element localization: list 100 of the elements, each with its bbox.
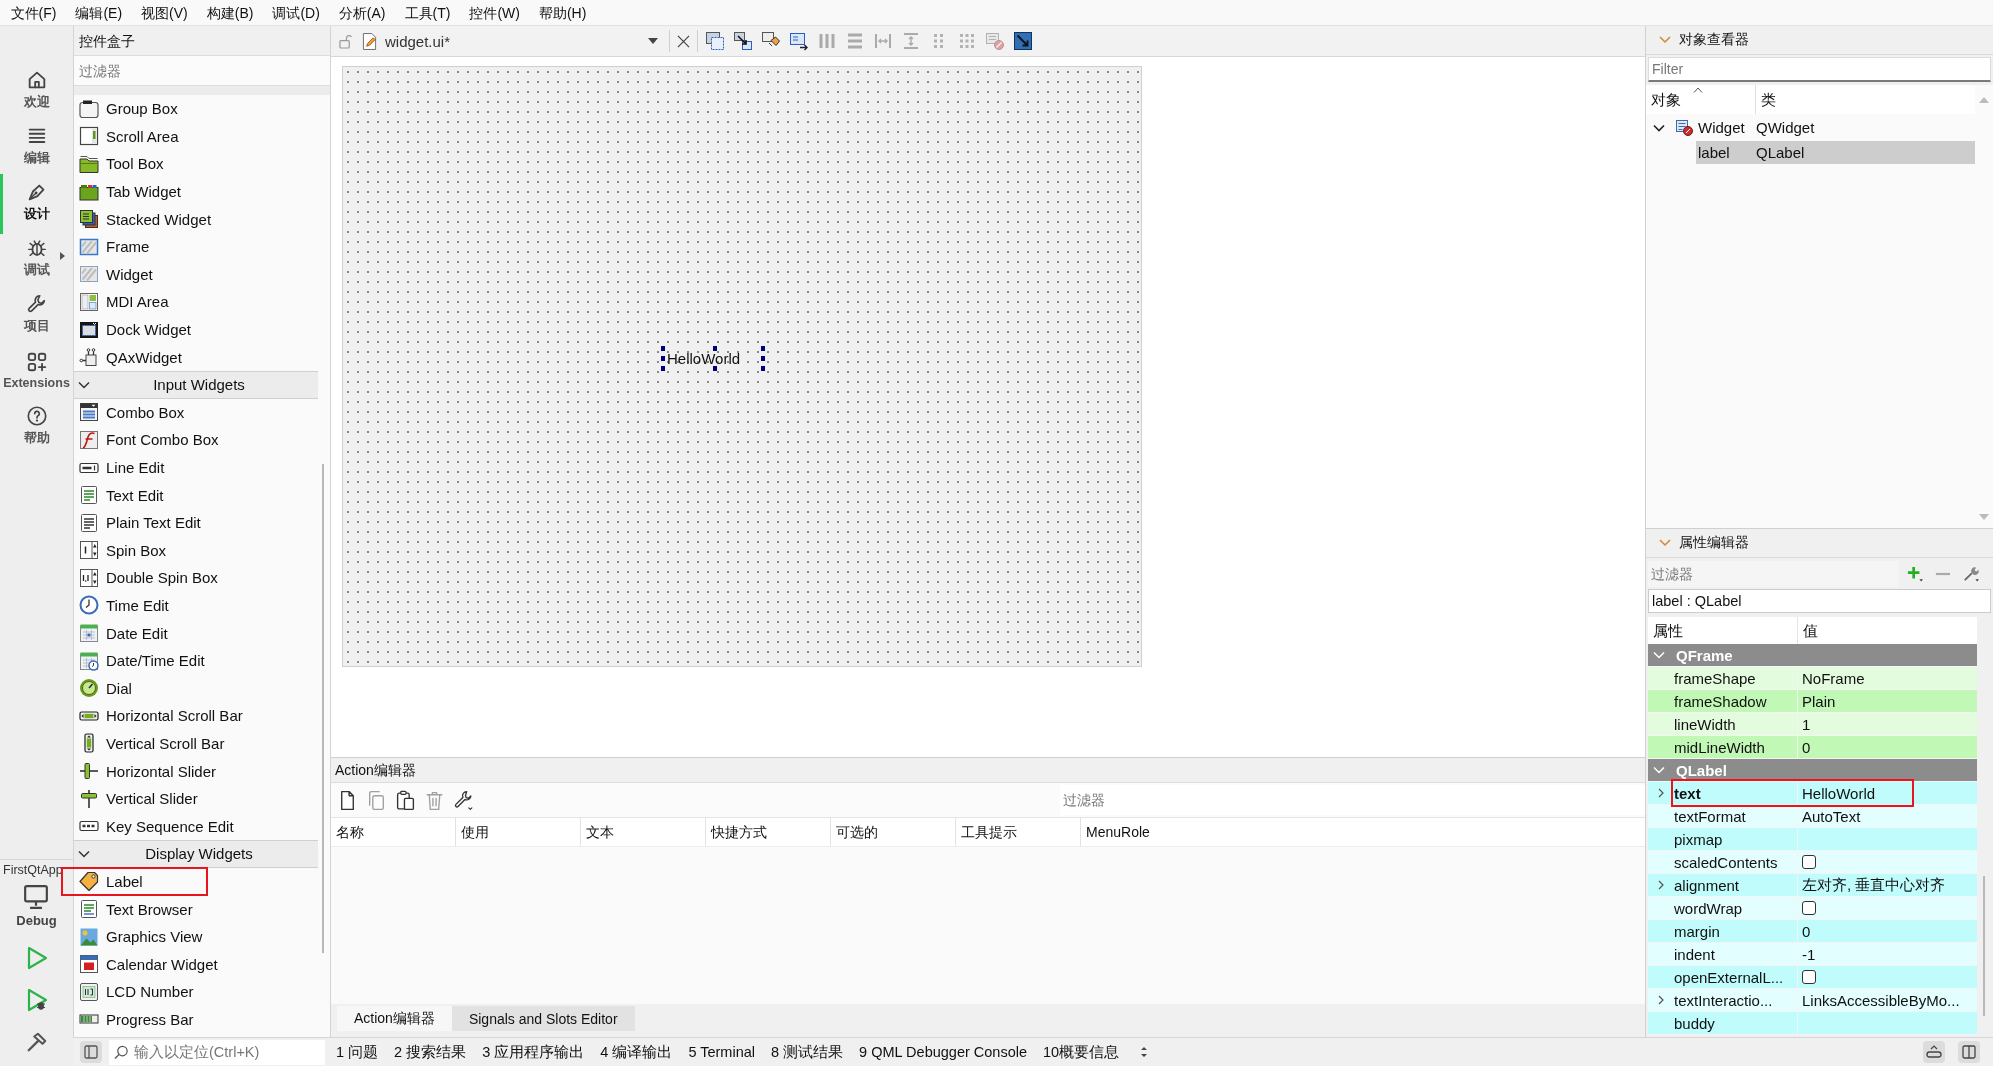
column-header[interactable]: 值 [1798,617,1977,644]
widget-list-item[interactable]: Tool Box [79,153,164,175]
chevron-right-icon[interactable] [1658,880,1664,890]
widget-list-item[interactable]: Scroll Area [79,125,179,148]
tab[interactable]: Signals and Slots Editor [451,1006,635,1031]
selection-handle[interactable] [661,346,665,351]
run-icon[interactable] [25,946,48,970]
widget-list-item[interactable]: LCD Number [79,980,194,1003]
column-header[interactable]: 对象 [1646,85,1756,114]
property-row[interactable]: frameShadow Plain [1648,690,1977,713]
collapse-chevron-icon[interactable] [1659,539,1671,547]
menu-item[interactable]: 工具(T) [395,0,460,25]
build-target-button[interactable]: Debug [16,885,57,928]
close-icon[interactable] [677,34,690,48]
checkbox[interactable] [1802,855,1816,869]
menu-item[interactable]: 调试(D) [262,0,330,25]
menu-item[interactable]: 帮助(H) [529,0,596,25]
widget-list-item[interactable]: Frame [79,235,150,258]
widget-list-item[interactable]: Double Spin Box [79,566,218,589]
property-row[interactable]: text HelloWorld [1648,782,1977,805]
scroll-up-icon[interactable] [1979,97,1989,103]
property-row[interactable]: scaledContents [1648,851,1977,874]
bar-toggle-icon[interactable] [1923,1041,1945,1063]
connect-widgets-icon[interactable] [733,31,753,51]
property-row[interactable]: margin 0 [1648,920,1977,943]
mode-button[interactable]: 欢迎 [0,62,73,118]
hammer-icon[interactable] [25,1030,48,1054]
tree-item[interactable]: label QLabel [1696,141,1975,164]
chevron-right-icon[interactable] [1658,995,1664,1005]
widget-list-item[interactable]: Text Edit [79,484,164,507]
selection-handle[interactable] [713,366,717,371]
widget-list-item[interactable]: Group Box [79,97,178,120]
widget-list-item[interactable]: Time Edit [79,594,169,617]
property-row[interactable]: frameShape NoFrame [1648,667,1977,690]
column-header[interactable]: 类 [1756,85,1975,114]
property-row[interactable]: wordWrap [1648,897,1977,920]
output-pane-button[interactable]: 9 QML Debugger Console [851,1044,1035,1060]
submenu-arrow-icon[interactable] [60,252,65,260]
column-header[interactable]: 快捷方式 [706,818,831,846]
menu-item[interactable]: 构建(B) [197,0,263,25]
column-header[interactable]: 名称 [331,818,456,846]
tree-item[interactable]: Widget QWidget [1676,116,1975,139]
mode-button[interactable]: 编辑 [0,118,73,174]
column-header[interactable]: 可选的 [831,818,956,846]
widget-list-item[interactable]: Dial [79,677,132,700]
selection-handle[interactable] [661,356,665,361]
widget-list-item[interactable]: Date Edit [79,622,168,645]
output-pane-button[interactable]: 5 Terminal [680,1044,763,1060]
widget-list-item[interactable]: Dock Widget [79,318,192,341]
menu-item[interactable]: 分析(A) [329,0,395,25]
widget-list-item[interactable]: Vertical Scroll Bar [79,732,225,755]
selection-handle[interactable] [713,346,717,351]
selection-handle[interactable] [761,346,765,351]
output-pane-button[interactable]: 3 应用程序输出 [474,1042,593,1062]
mode-button[interactable]: 调试 [0,230,73,286]
widget-list-item[interactable]: Key Sequence Edit [79,815,234,838]
property-row[interactable]: pixmap [1648,828,1977,851]
scrollbar-thumb[interactable] [322,464,324,953]
widget-list-item[interactable]: Date/Time Edit [79,649,205,672]
widget-list-item[interactable]: Horizontal Scroll Bar [79,704,243,727]
plus-icon[interactable] [1907,566,1923,582]
filter-field[interactable]: 过滤器 [1648,561,1899,587]
widget-list-item[interactable]: MDI Area [79,290,169,313]
menu-item[interactable]: 文件(F) [1,0,66,25]
selection-handle[interactable] [761,356,765,361]
property-row[interactable]: midLineWidth 0 [1648,736,1977,759]
column-header[interactable]: 工具提示 [956,818,1081,846]
up-down-arrows-icon[interactable] [1139,1045,1150,1059]
property-row[interactable]: textFormat AutoText [1648,805,1977,828]
mode-button[interactable]: 帮助 [0,398,73,454]
menu-item[interactable]: 控件(W) [459,0,530,25]
output-pane-button[interactable]: 1 问题 [328,1042,387,1062]
property-row[interactable]: lineWidth 1 [1648,713,1977,736]
property-row[interactable]: openExternalL... [1648,966,1977,989]
widget-list-item[interactable]: Plain Text Edit [79,511,201,534]
checkbox[interactable] [1802,970,1816,984]
mode-button[interactable]: 项目 [0,286,73,342]
property-row[interactable]: indent -1 [1648,943,1977,966]
widget-list-item[interactable]: Calendar Widget [79,953,218,976]
category-header[interactable]: Input Widgets [74,370,318,399]
mode-button[interactable]: Extensions [0,342,73,398]
widget-list-item[interactable]: Horizontal Slider [79,760,217,783]
collapse-chevron-icon[interactable] [1659,36,1671,44]
selection-handle[interactable] [761,366,765,371]
output-pane-button[interactable]: 8 测试结果 [763,1042,852,1062]
debug-run-icon[interactable] [25,988,48,1012]
column-header[interactable]: 使用 [456,818,581,846]
widget-list-item[interactable]: Text Browser [79,898,193,920]
menu-item[interactable]: 编辑(E) [65,0,132,25]
filter-field[interactable]: 过滤器 [74,56,330,86]
locator-field[interactable]: 输入以定位(Ctrl+K) [109,1039,325,1065]
widget-list-item[interactable]: Tab Widget [79,180,182,203]
mode-button[interactable]: 设计 [0,174,73,230]
widget-list-item[interactable]: QAxWidget [79,346,182,369]
output-pane-button[interactable]: 4 编译输出 [592,1042,681,1062]
wrench-icon[interactable] [453,789,474,811]
output-pane-button[interactable]: 10概要信息 [1035,1042,1128,1062]
widget-list-item[interactable]: Font Combo Box [79,428,219,451]
property-row[interactable]: buddy [1648,1012,1977,1035]
widget-list-item[interactable]: Label [79,870,143,893]
